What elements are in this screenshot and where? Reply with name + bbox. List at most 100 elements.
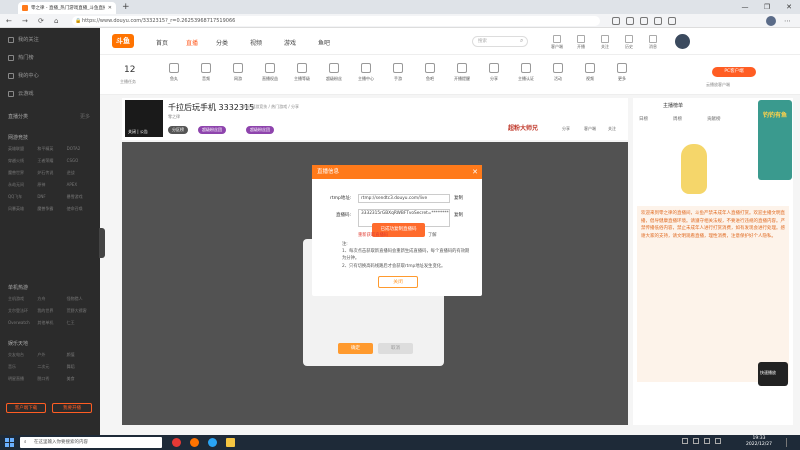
ime-icon[interactable] — [715, 438, 721, 444]
show-desktop-button[interactable] — [786, 438, 792, 447]
windows-start-icon[interactable] — [5, 438, 14, 447]
extensions-icon[interactable] — [640, 17, 648, 25]
category-link[interactable]: 荒野大镖客 — [67, 308, 96, 314]
room-category-path[interactable]: 举报 网游竞技 / 热门游戏 / 分享 — [242, 104, 299, 110]
header-history-button[interactable]: 历史 — [620, 35, 638, 50]
rank-tag[interactable]: 分区榜 — [168, 126, 188, 134]
category-link[interactable]: 音乐 — [8, 364, 37, 370]
nav-category[interactable]: 分类 — [216, 38, 228, 47]
download-client-button[interactable]: 客户端下载 — [6, 403, 46, 413]
category-link[interactable]: 穿越火线 — [8, 158, 37, 164]
sidebar-item-following[interactable]: 我的关注 — [8, 36, 39, 43]
category-link[interactable]: 风暴英雄 — [8, 206, 37, 212]
function-item[interactable]: 主播认证 — [512, 63, 540, 82]
refresh-code-link[interactable]: 重新获取直播码 — [358, 232, 388, 238]
function-item[interactable]: 分享 — [480, 63, 508, 82]
function-item[interactable]: 更多 — [608, 63, 636, 82]
function-item[interactable]: 视频 — [576, 63, 604, 82]
new-tab-button[interactable]: + — [122, 2, 130, 12]
taskbar-search-input[interactable]: ⌕ 在这里输入你要搜索的内容 — [20, 437, 162, 448]
rtmp-address-field[interactable]: rtmp://sendtc3.douyu.com/live — [358, 194, 450, 203]
close-tab-icon[interactable]: ✕ — [108, 5, 112, 11]
category-link[interactable]: 逆战 — [67, 170, 96, 176]
url-field[interactable]: 🔒 https://www.douyu.com/3332315?_r=0.262… — [72, 16, 600, 26]
sidebar-item-cloud-game[interactable]: 云游戏 — [8, 90, 34, 97]
follow-button[interactable]: 关注 — [608, 126, 616, 132]
tray-arrow-icon[interactable] — [682, 438, 688, 444]
fan-group-tag[interactable]: 超级粉丝团 — [246, 126, 274, 134]
background-confirm-button[interactable]: 确定 — [338, 343, 373, 354]
header-message-button[interactable]: 消息 — [644, 35, 662, 50]
network-icon[interactable] — [693, 438, 699, 444]
header-stream-button[interactable]: 开播 — [572, 35, 590, 50]
header-client-button[interactable]: 客户端 — [548, 35, 566, 50]
sidebar-collapse-handle[interactable] — [99, 228, 105, 258]
douyu-logo[interactable]: 斗鱼 — [112, 34, 134, 48]
start-stream-button[interactable]: 我要开播 — [52, 403, 92, 413]
category-link[interactable]: 炉石传说 — [37, 170, 66, 176]
section-heading[interactable]: 网游竞技 — [8, 134, 28, 141]
category-link[interactable]: APEX — [67, 182, 96, 188]
sidebar-item-hot[interactable]: 热门榜 — [8, 54, 34, 61]
close-window-button[interactable]: ✕ — [778, 0, 800, 14]
category-link[interactable]: 颜值 — [67, 352, 96, 358]
share-button[interactable]: 分享 — [562, 126, 570, 132]
client-button[interactable]: 客户端 — [584, 126, 596, 132]
category-link[interactable]: 二次元 — [37, 364, 66, 370]
function-item[interactable]: 直播权益 — [256, 63, 284, 82]
tab-weekly[interactable]: 周榜 — [673, 116, 682, 122]
category-link[interactable]: DOTA2 — [67, 146, 96, 152]
copy-code-button[interactable]: 复制 — [454, 212, 463, 218]
pc-client-button[interactable]: PC客户端 — [712, 67, 756, 77]
function-item[interactable]: 鱼丸 — [160, 63, 188, 82]
category-link[interactable]: CSGO — [67, 158, 96, 164]
function-item[interactable]: 超级粉丝 — [320, 63, 348, 82]
section-heading[interactable]: 娱乐天地 — [8, 340, 28, 347]
category-link[interactable]: 魔兽世界 — [8, 170, 37, 176]
category-link[interactable]: 我的世界 — [37, 308, 66, 314]
profile-avatar[interactable] — [766, 16, 776, 26]
category-link[interactable]: 交友电台 — [8, 352, 37, 358]
category-link[interactable]: 英雄联盟 — [8, 146, 37, 152]
copy-rtmp-button[interactable]: 复制 — [454, 195, 463, 201]
function-item[interactable]: 网游 — [224, 63, 252, 82]
background-cancel-button[interactable]: 取消 — [378, 343, 413, 354]
category-link[interactable]: 原神 — [37, 182, 66, 188]
learn-more-link[interactable]: 了解 — [428, 232, 437, 238]
downloads-icon[interactable] — [654, 17, 662, 25]
streamer-name[interactable]: 零之律 — [168, 114, 180, 120]
category-link[interactable]: Overwatch — [8, 320, 37, 326]
app-icon-netease[interactable] — [172, 438, 181, 447]
function-item[interactable]: 开播提醒 — [448, 63, 476, 82]
category-link[interactable]: 主机游戏 — [8, 296, 37, 302]
streamer-avatar[interactable]: 关闭 | 公告 — [125, 100, 163, 137]
category-link[interactable]: 怪物猎人 — [67, 296, 96, 302]
tab-contribution[interactable]: 贡献榜 — [707, 116, 721, 122]
taskbar-clock[interactable]: 19:33 2022/12/27 — [746, 436, 772, 448]
function-item[interactable]: 手游 — [384, 63, 412, 82]
nav-game[interactable]: 游戏 — [284, 38, 296, 47]
category-link[interactable]: 永劫无间 — [8, 182, 37, 188]
fan-group-tag[interactable]: 超级粉丝团 — [198, 126, 226, 134]
more-menu-icon[interactable]: ⋯ — [784, 17, 791, 25]
maximize-button[interactable]: ❐ — [756, 0, 778, 14]
category-link[interactable]: 其他单机 — [37, 320, 66, 326]
category-link[interactable]: 舞蹈 — [67, 364, 96, 370]
app-icon-douyu[interactable] — [190, 438, 199, 447]
more-link[interactable]: 更多 — [80, 113, 90, 120]
category-link[interactable]: 方舟 — [37, 296, 66, 302]
favorites-icon[interactable] — [612, 17, 620, 25]
category-link[interactable]: QQ飞车 — [8, 194, 37, 200]
nav-home[interactable]: 首页 — [156, 38, 168, 47]
header-follow-button[interactable]: 关注 — [596, 35, 614, 50]
function-item[interactable]: 主播等级 — [288, 63, 316, 82]
function-item[interactable]: 音频 — [192, 63, 220, 82]
function-item[interactable]: 活动 — [544, 63, 572, 82]
app-icon-folder[interactable] — [226, 438, 235, 447]
nav-video[interactable]: 视频 — [250, 38, 262, 47]
category-link[interactable]: 明星直播 — [8, 376, 37, 382]
category-link[interactable]: 户外 — [37, 352, 66, 358]
app-icon-edge[interactable] — [208, 438, 217, 447]
category-link[interactable]: 暴雪游戏 — [67, 194, 96, 200]
category-link[interactable]: DNF — [37, 194, 66, 200]
